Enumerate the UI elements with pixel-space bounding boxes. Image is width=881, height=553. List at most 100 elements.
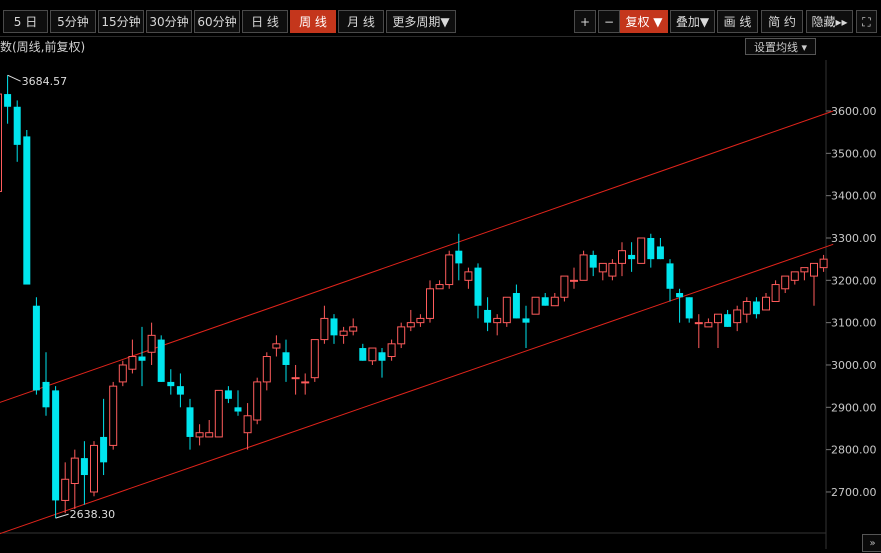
- candle-body-up: [397, 326, 406, 345]
- candle-body-down: [685, 297, 693, 319]
- candle-body-up: [368, 347, 377, 362]
- candle-body-up: [550, 296, 559, 307]
- candle-body-up: [493, 317, 502, 324]
- candle-body-up: [387, 343, 396, 358]
- channel-upper-line: [0, 110, 834, 403]
- candle-body-down: [167, 381, 175, 387]
- y-tick-label: 3500.00: [831, 147, 877, 160]
- candle-body-down: [186, 407, 194, 437]
- candle-body-up: [214, 389, 223, 438]
- max-price-label: 3684.57: [22, 75, 68, 88]
- candle-body-up: [128, 356, 137, 370]
- candle-body-down: [512, 293, 520, 319]
- candle-body-down: [656, 246, 664, 260]
- candle-body-up: [570, 279, 578, 282]
- y-tick-label: 3300.00: [831, 232, 877, 245]
- candle-body-up: [339, 330, 348, 336]
- channel-lower-line: [0, 243, 834, 535]
- candle-body-up: [109, 385, 118, 446]
- candle-body-down: [647, 237, 655, 260]
- candle-body-up: [435, 284, 444, 290]
- min-pointer: [55, 513, 69, 519]
- y-tick-label: 2800.00: [831, 444, 877, 457]
- candle-body-up: [694, 322, 703, 325]
- candle-body-up: [742, 300, 751, 315]
- y-tick-label: 3100.00: [831, 317, 877, 330]
- candle-body-down: [455, 250, 463, 264]
- candle-body-up: [0, 93, 2, 192]
- candle-body-down: [4, 94, 12, 107]
- candle-body-down: [80, 458, 88, 476]
- candle-body-down: [52, 390, 60, 501]
- candle-body-up: [90, 444, 98, 493]
- candle-body-down: [100, 436, 108, 463]
- candle-body-down: [589, 254, 597, 268]
- y-tick-label: 3400.00: [831, 190, 877, 203]
- candle-body-down: [42, 381, 50, 408]
- candle-body-up: [61, 478, 70, 501]
- candle-body-up: [406, 322, 415, 328]
- candle-body-up: [272, 343, 281, 349]
- candle-body-down: [522, 318, 530, 323]
- candle-body-down: [282, 352, 290, 365]
- candle-body-down: [176, 386, 184, 395]
- candle-body-up: [608, 262, 617, 277]
- candle-body-down: [628, 254, 636, 260]
- candle-body-up: [301, 381, 310, 384]
- candle-body-down: [23, 136, 31, 285]
- candle-body-up: [464, 271, 473, 281]
- candle-body-down: [330, 318, 338, 336]
- candle-body-down: [234, 407, 242, 412]
- candle-body-down: [474, 267, 482, 306]
- candle-body-up: [416, 317, 425, 324]
- candle-body-up: [560, 275, 569, 298]
- candle-body-up: [637, 237, 646, 264]
- candle-body-up: [243, 415, 252, 434]
- candle-body-up: [704, 322, 713, 328]
- candle-body-down: [13, 106, 21, 145]
- candle-body-up: [195, 432, 204, 438]
- candle-body-down: [666, 263, 674, 289]
- candle-body-down: [224, 390, 232, 399]
- candle-body-up: [118, 364, 127, 383]
- candle-body-up: [262, 356, 271, 383]
- candle-body-up: [579, 254, 588, 281]
- candle-body-up: [790, 271, 799, 281]
- candlestick-chart: 3600.00 3500.00 3400.00 3300.00 3200.00 3100.…: [0, 60, 877, 549]
- candle-body-up: [531, 296, 540, 315]
- candle-body-down: [752, 301, 760, 315]
- candle-body-up: [771, 284, 780, 302]
- candle-body-up: [320, 317, 329, 341]
- candle-body-up: [426, 288, 434, 319]
- candle-body-up: [781, 275, 790, 290]
- min-price-label: 2638.30: [70, 508, 116, 521]
- candle-body-up: [502, 296, 511, 324]
- max-pointer: [7, 74, 21, 82]
- candle-body-up: [310, 339, 319, 379]
- candle-body-up: [445, 254, 454, 286]
- candle-body-down: [359, 348, 367, 361]
- candle-body-up: [800, 267, 809, 273]
- candle-body-up: [618, 250, 626, 264]
- candle-body-down: [32, 305, 40, 391]
- candle-body-up: [598, 262, 607, 273]
- candle-body-up: [147, 334, 156, 353]
- candle-body-up: [733, 309, 742, 324]
- candle-body-down: [157, 339, 165, 382]
- candle-body-up: [810, 262, 818, 277]
- candle-body-up: [349, 326, 358, 332]
- y-tick-label: 3000.00: [831, 359, 877, 372]
- y-tick-label: 2700.00: [831, 486, 877, 499]
- candle-body-up: [819, 258, 828, 269]
- candle-body-up: [205, 432, 214, 438]
- y-tick-label: 3600.00: [831, 105, 877, 118]
- candle-body-down: [138, 356, 146, 361]
- candle-body-down: [676, 293, 684, 298]
- candle-body-up: [762, 296, 770, 311]
- candle-body-down: [378, 352, 386, 361]
- candle-body-up: [714, 313, 722, 324]
- candle-body-down: [484, 309, 492, 323]
- candle-body-up: [70, 457, 79, 485]
- candle-body-up: [253, 381, 262, 421]
- candle-body-down: [724, 314, 732, 327]
